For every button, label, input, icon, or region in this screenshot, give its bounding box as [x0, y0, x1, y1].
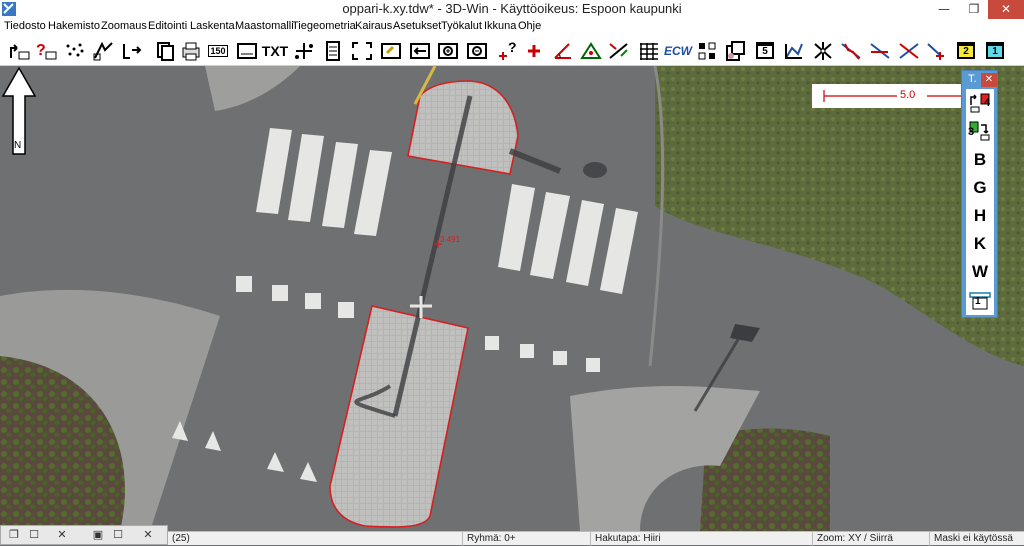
menu-editointi[interactable]: Editointi — [148, 20, 187, 32]
layer-b-button[interactable]: B — [966, 147, 994, 173]
minimized-restore-icon[interactable]: ❐ — [5, 528, 23, 542]
toolbar: ? 150 TXT ? ECW 5 2 1 — [0, 35, 1024, 66]
scale-label: 150 — [208, 44, 228, 57]
point-info-icon[interactable]: ? — [494, 38, 520, 63]
menu-maastomalli[interactable]: Maastomalli — [235, 20, 294, 32]
menu-asetukset[interactable]: Asetukset — [393, 20, 441, 32]
menu-zoomaus[interactable]: Zoomaus — [101, 20, 147, 32]
svg-text:?: ? — [508, 40, 517, 55]
close-button[interactable]: ✕ — [988, 0, 1024, 19]
minimized-windows-strip: ❐ ☐ ✕ ▣ ☐ ✕ — [0, 525, 168, 545]
status-group: Ryhmä: 0+ — [462, 532, 590, 546]
minimized-close-icon[interactable]: ✕ — [53, 528, 71, 542]
layer-panel: T. ✕ 4 3 B G H K W 1 — [961, 70, 998, 318]
status-zoom: Zoom: XY / Siirrä — [812, 532, 929, 546]
layer-h-button[interactable]: H — [966, 203, 994, 229]
print-icon[interactable] — [178, 38, 204, 63]
minimize-button[interactable]: — — [930, 0, 958, 19]
teal-one-button[interactable]: 1 — [982, 38, 1008, 63]
edit-points-icon[interactable] — [91, 38, 117, 63]
text-button[interactable]: TXT — [262, 38, 288, 63]
line-tool-icon[interactable] — [606, 38, 632, 63]
layer-panel-title: T. — [968, 73, 977, 85]
road-line-icon[interactable] — [838, 38, 864, 63]
layer-down-button[interactable]: 3 — [966, 119, 994, 145]
zoom-out-icon[interactable] — [464, 38, 490, 63]
road-line2-icon[interactable] — [867, 38, 893, 63]
menu-tiedosto[interactable]: Tiedosto — [4, 20, 46, 32]
raster-icon[interactable] — [694, 38, 720, 63]
menu-tyokalut[interactable]: Työkalut — [441, 20, 482, 32]
scale-bar: 5.0 — [812, 84, 972, 108]
aerial-photo: 3.491 — [0, 66, 1024, 531]
scale-bar-line — [823, 90, 972, 102]
teal1-label: 1 — [986, 42, 1004, 59]
status-coordinates: (25) — [172, 533, 190, 544]
yellow-two-button[interactable]: 2 — [953, 38, 979, 63]
scale-button[interactable]: 150 — [205, 38, 231, 63]
menu-tiegeometria[interactable]: Tiegeometria — [292, 20, 356, 32]
document-icon[interactable] — [320, 38, 346, 63]
layer-ruler-button[interactable]: 1 — [966, 287, 994, 313]
yellow2-label: 2 — [957, 42, 975, 59]
add-road-icon[interactable] — [924, 38, 950, 63]
minimized-maximize-icon[interactable]: ☐ — [25, 528, 43, 542]
layer-panel-close-button[interactable]: ✕ — [981, 73, 997, 87]
minimized-window-icon[interactable]: ▣ — [89, 528, 107, 542]
layer-ruler-label: 1 — [975, 296, 981, 307]
layer-panel-body: 4 3 B G H K W 1 — [966, 89, 994, 315]
open-icon[interactable] — [6, 38, 32, 63]
minimized-window-close-icon[interactable]: ✕ — [139, 528, 157, 542]
window-title: oppari-k.xy.tdw* - 3D-Win - Käyttöoikeus… — [342, 1, 682, 16]
layer-up-label: 4 — [984, 97, 991, 109]
svg-text:?: ? — [36, 42, 46, 59]
layer-w-button[interactable]: W — [966, 259, 994, 285]
maximize-button[interactable]: ❐ — [960, 0, 988, 19]
title-bar: oppari-k.xy.tdw* - 3D-Win - Käyttöoikeus… — [0, 0, 1024, 19]
layer-up-button[interactable]: 4 — [966, 91, 994, 117]
zoom-previous-icon[interactable] — [407, 38, 433, 63]
number5-label: 5 — [756, 42, 774, 59]
status-mask: Maski ei käytössä — [929, 532, 1024, 546]
north-arrow-icon: N — [1, 66, 37, 155]
ecw-button[interactable]: ECW — [664, 38, 692, 63]
cross-points-icon[interactable] — [810, 38, 836, 63]
layer-pages-icon[interactable] — [722, 38, 748, 63]
zoom-extents-icon[interactable] — [349, 38, 375, 63]
copy-icon[interactable] — [152, 38, 178, 63]
triangle-icon[interactable] — [578, 38, 604, 63]
status-search-mode: Hakutapa: Hiiri — [590, 532, 812, 546]
road-cross-icon[interactable] — [896, 38, 922, 63]
point-cloud-icon[interactable] — [61, 38, 87, 63]
map-canvas[interactable]: 3.491 N — [0, 66, 1024, 531]
layer-down-label: 3 — [968, 126, 975, 138]
frame-icon[interactable] — [234, 38, 260, 63]
menu-ikkuna[interactable]: Ikkuna — [484, 20, 516, 32]
txt-label: TXT — [261, 42, 289, 59]
minimized-window-maximize-icon[interactable]: ☐ — [109, 528, 127, 542]
scale-bar-label: 5.0 — [900, 89, 916, 101]
ecw-label: ECW — [664, 43, 692, 58]
menu-hakemisto[interactable]: Hakemisto — [48, 20, 100, 32]
add-point-icon[interactable] — [521, 38, 547, 63]
layer-k-button[interactable]: K — [966, 231, 994, 257]
crosshair-icon[interactable] — [291, 38, 317, 63]
help-query-icon[interactable]: ? — [33, 38, 59, 63]
measure-angle-icon[interactable] — [550, 38, 576, 63]
layer-g-button[interactable]: G — [966, 175, 994, 201]
menu-bar: Tiedosto Hakemisto Zoomaus Editointi Las… — [0, 19, 1024, 35]
zoom-in-icon[interactable] — [435, 38, 461, 63]
menu-ohje[interactable]: Ohje — [518, 20, 541, 32]
point-height-label: 3.491 — [440, 235, 461, 244]
network-icon[interactable] — [781, 38, 807, 63]
number-five-button[interactable]: 5 — [752, 38, 778, 63]
move-icon[interactable] — [119, 38, 145, 63]
zoom-window-icon[interactable] — [378, 38, 404, 63]
menu-laskenta[interactable]: Laskenta — [190, 20, 235, 32]
menu-kairaus[interactable]: Kairaus — [355, 20, 392, 32]
grid-icon[interactable] — [636, 38, 662, 63]
north-label: N — [14, 140, 21, 151]
